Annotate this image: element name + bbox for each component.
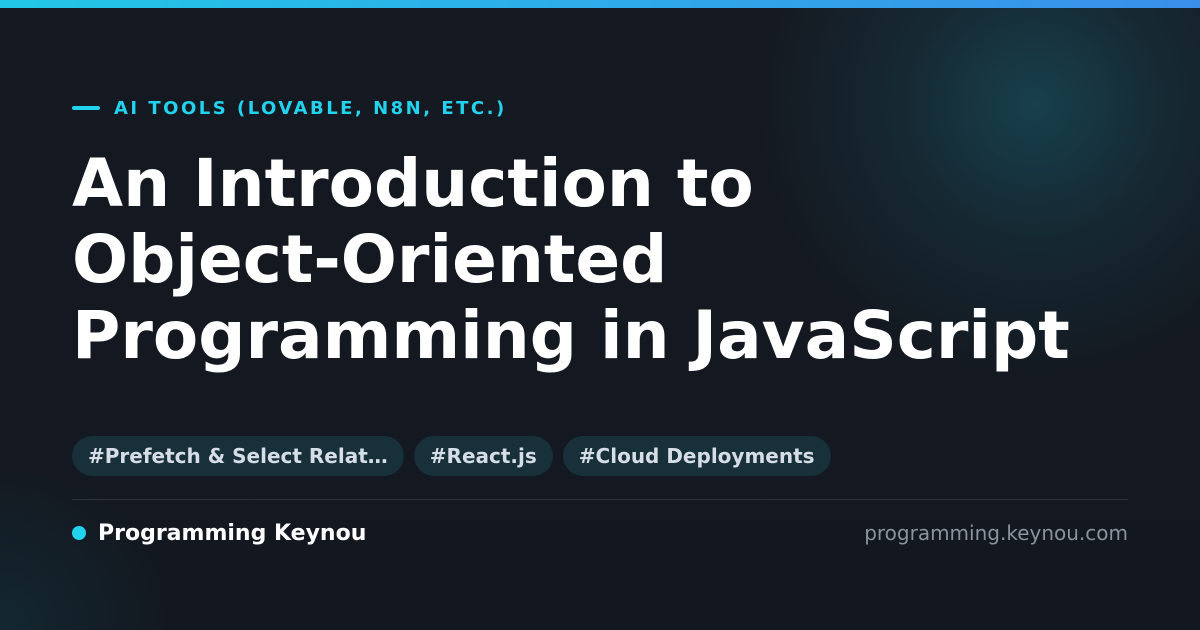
article-title: An Introduction to Object-Oriented Progr… [72,146,1152,374]
social-card: AI TOOLS (LOVABLE, N8N, ETC.) An Introdu… [0,0,1200,630]
tag-label: #Prefetch & Select Relat… [88,444,388,468]
brand-dot-icon [72,526,86,540]
accent-top-bar [0,0,1200,8]
tag-chip[interactable]: #Prefetch & Select Relat… [72,436,404,476]
eyebrow-accent-line [72,106,100,110]
title-line-1: An Introduction to [72,145,754,222]
title-line-3: Programming in JavaScript [72,297,1070,374]
tag-label: #Cloud Deployments [578,444,815,468]
footer-divider [72,499,1128,500]
tag-label: #React.js [429,444,537,468]
site-brand: Programming Keynou [72,520,366,546]
site-domain[interactable]: programming.keynou.com [864,520,1128,546]
tag-chip[interactable]: #Cloud Deployments [562,436,831,476]
category-label: AI TOOLS (LOVABLE, N8N, ETC.) [114,97,507,119]
title-line-2: Object-Oriented [72,221,668,298]
category-eyebrow: AI TOOLS (LOVABLE, N8N, ETC.) [72,96,507,120]
tag-chip[interactable]: #React.js [413,436,553,476]
site-name: Programming Keynou [98,520,367,546]
tag-list: #Prefetch & Select Relat… #React.js #Clo… [72,436,831,476]
